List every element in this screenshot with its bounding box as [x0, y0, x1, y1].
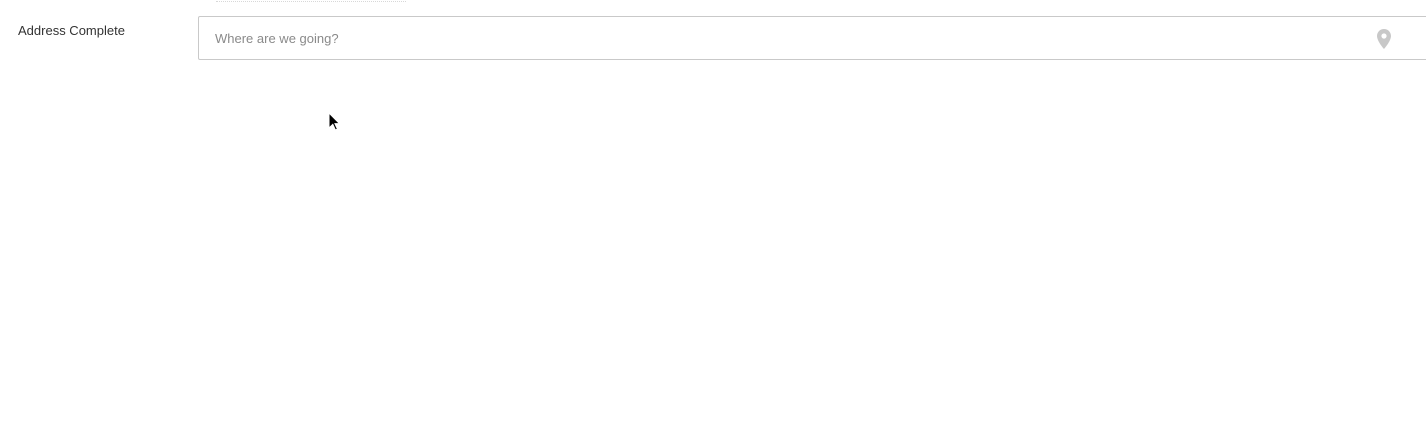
- page: Address Complete: [0, 0, 1426, 423]
- address-complete-label: Address Complete: [18, 23, 125, 38]
- top-edge-divider: [216, 0, 406, 2]
- address-search-input[interactable]: [215, 17, 1355, 59]
- mouse-cursor-icon: [328, 111, 341, 131]
- address-complete-row: Address Complete: [0, 16, 1426, 60]
- address-input-container[interactable]: [198, 16, 1426, 60]
- map-pin-icon: [1377, 29, 1391, 49]
